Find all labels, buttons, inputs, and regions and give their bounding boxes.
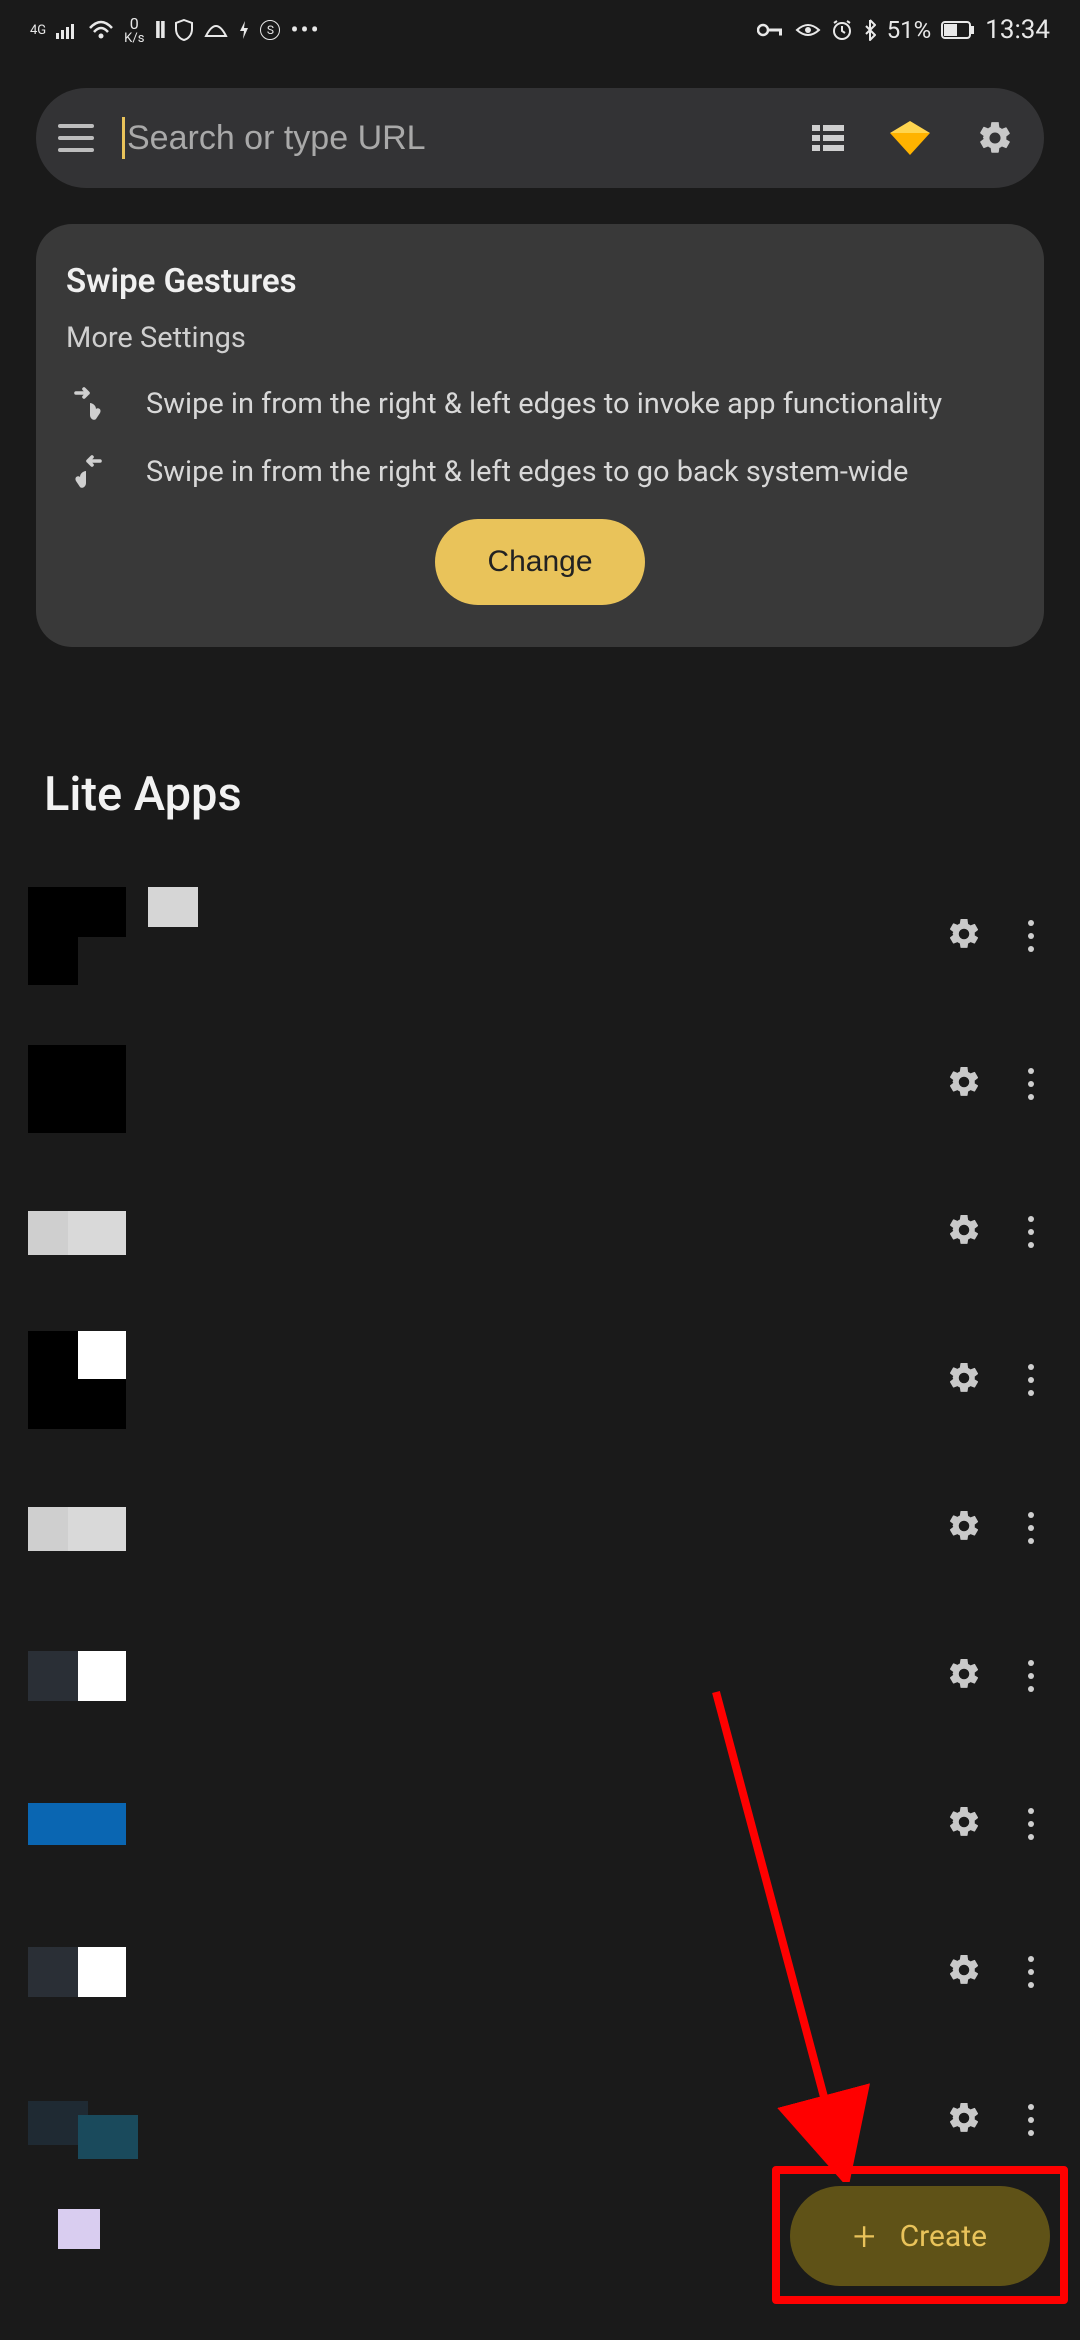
- list-item[interactable]: [28, 1454, 1052, 1602]
- app-settings-icon[interactable]: [946, 1804, 982, 1844]
- list-item[interactable]: [28, 1010, 1052, 1158]
- app-icon: [28, 2194, 126, 2254]
- lite-apps-heading: Lite Apps: [0, 647, 1080, 862]
- search-bar[interactable]: [36, 88, 1044, 188]
- list-item[interactable]: [28, 1306, 1052, 1454]
- create-fab[interactable]: + Create: [790, 2186, 1050, 2286]
- app-icon: [28, 2071, 126, 2169]
- app-more-icon[interactable]: [1028, 1808, 1034, 1840]
- pause-icon: II: [154, 16, 164, 44]
- text-cursor: [122, 117, 125, 159]
- clock: 13:34: [985, 15, 1050, 45]
- app-icon: [28, 1923, 126, 2021]
- settings-gear-icon[interactable]: [976, 119, 1014, 157]
- list-item[interactable]: [28, 1898, 1052, 2046]
- app-more-icon[interactable]: [1028, 1068, 1034, 1100]
- view-list-icon[interactable]: [812, 125, 844, 151]
- wifi-icon: [88, 20, 114, 40]
- list-item[interactable]: [28, 2046, 1052, 2194]
- app-icon: [28, 1183, 126, 1281]
- hamburger-menu-icon[interactable]: [58, 124, 94, 152]
- change-button[interactable]: Change: [435, 519, 644, 605]
- app-settings-icon[interactable]: [946, 1508, 982, 1548]
- app-more-icon[interactable]: [1028, 2104, 1034, 2136]
- charging-icon: [238, 20, 250, 40]
- app-more-icon[interactable]: [1028, 1956, 1034, 1988]
- app-settings-icon[interactable]: [946, 2100, 982, 2140]
- swipe-app-icon: [66, 383, 110, 427]
- circled-s-icon: S: [260, 20, 280, 40]
- app-more-icon[interactable]: [1028, 1512, 1034, 1544]
- premium-diamond-icon[interactable]: [890, 121, 930, 155]
- battery-pct: 51%: [887, 16, 932, 44]
- app-icon: [28, 1331, 126, 1429]
- status-bar: 4G 0 K/s II S •••: [0, 0, 1080, 60]
- vpn-key-icon: [757, 23, 785, 37]
- app-settings-icon[interactable]: [946, 1656, 982, 1696]
- list-item[interactable]: [28, 1602, 1052, 1750]
- more-status-icon: •••: [290, 16, 320, 44]
- bluetooth-icon: [863, 19, 877, 41]
- app-icon: [28, 1035, 126, 1133]
- app-settings-icon[interactable]: [946, 1064, 982, 1104]
- app-more-icon[interactable]: [1028, 1364, 1034, 1396]
- app-settings-icon[interactable]: [946, 1360, 982, 1400]
- app-settings-icon[interactable]: [946, 1952, 982, 1992]
- alarm-icon: [831, 19, 853, 41]
- app-settings-icon[interactable]: [946, 1212, 982, 1252]
- swipe-gestures-card: Swipe Gestures More Settings Swipe in fr…: [36, 224, 1044, 647]
- list-item[interactable]: [28, 1158, 1052, 1306]
- app-more-icon[interactable]: [1028, 1216, 1034, 1248]
- eye-icon: [795, 22, 821, 38]
- app-more-icon[interactable]: [1028, 920, 1034, 952]
- net-speed-unit: K/s: [124, 32, 144, 45]
- battery-icon: [941, 21, 975, 39]
- do-not-disturb-icon: [204, 22, 228, 38]
- list-item[interactable]: [28, 862, 1052, 1010]
- url-search-input[interactable]: [127, 119, 784, 158]
- net-speed-value: 0: [130, 16, 139, 32]
- app-more-icon[interactable]: [1028, 1660, 1034, 1692]
- app-settings-icon[interactable]: [946, 916, 982, 956]
- shield-icon: [174, 19, 194, 41]
- signal-icon: [56, 21, 78, 39]
- app-icon: [28, 1627, 126, 1725]
- lite-apps-list: [0, 862, 1080, 2254]
- gesture-text-1: Swipe in from the right & left edges to …: [146, 385, 942, 424]
- app-icon: [28, 887, 126, 985]
- network-type: 4G: [30, 24, 46, 37]
- list-item[interactable]: [28, 1750, 1052, 1898]
- app-icon: [28, 1775, 126, 1873]
- card-title: Swipe Gestures: [66, 262, 1014, 301]
- fab-label: Create: [900, 2219, 987, 2254]
- plus-icon: +: [853, 2213, 876, 2260]
- card-subtitle: More Settings: [66, 321, 1014, 355]
- gesture-text-2: Swipe in from the right & left edges to …: [146, 453, 908, 492]
- app-icon: [28, 1479, 126, 1577]
- swipe-system-icon: [66, 451, 110, 495]
